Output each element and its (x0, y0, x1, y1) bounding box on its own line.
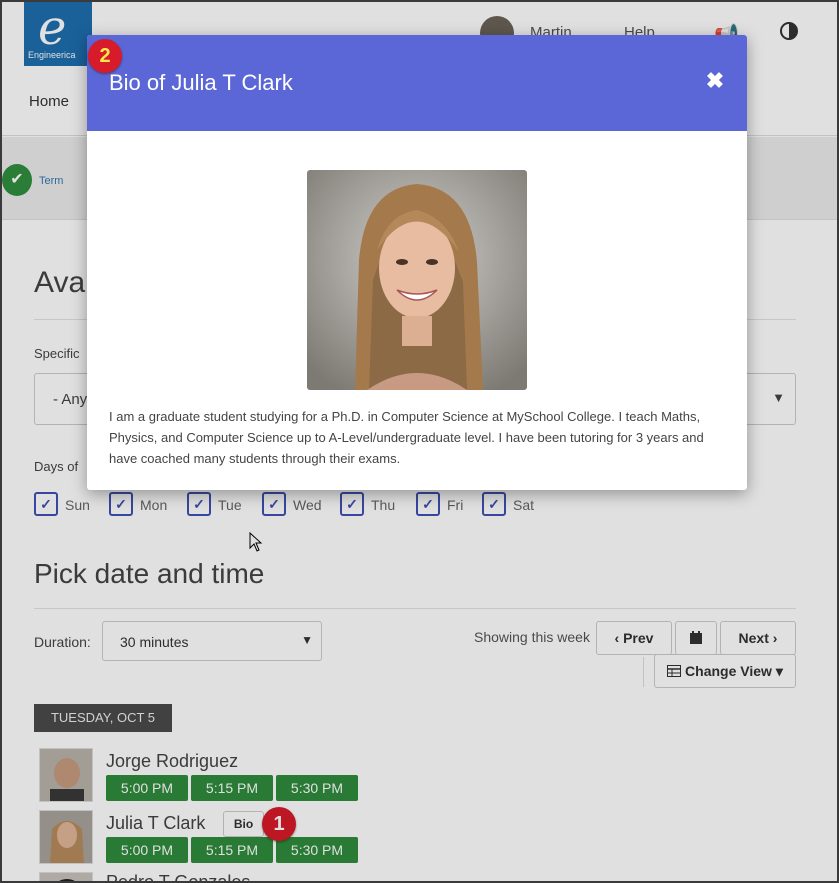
app-window: e Engineerica Martin Help 📢 Home ✔ Term … (0, 0, 839, 883)
callout-badge-2: 2 (88, 39, 122, 73)
modal-header: Bio of Julia T Clark ✖ (87, 35, 747, 131)
tutor-portrait (307, 170, 527, 390)
close-icon[interactable]: ✖ (703, 69, 727, 93)
bio-text: I am a graduate student studying for a P… (109, 409, 704, 466)
modal-title: Bio of Julia T Clark (109, 70, 293, 95)
bio-modal: Bio of Julia T Clark ✖ I am a graduate s… (87, 35, 747, 490)
